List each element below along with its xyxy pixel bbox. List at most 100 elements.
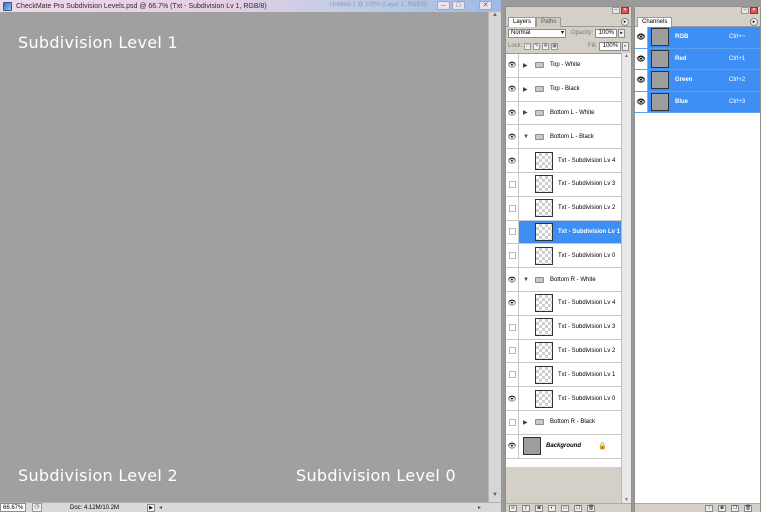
layer-row[interactable]: 👁 Txt - Subdivision Lv 4 bbox=[506, 292, 621, 316]
layers-scrollbar[interactable]: ▲ ▼ bbox=[621, 53, 631, 503]
lock-transparency-icon[interactable]: □ bbox=[524, 42, 532, 50]
eye-icon[interactable]: 👁 bbox=[635, 27, 648, 48]
fill-slider-arrow-icon[interactable]: ▸ bbox=[622, 41, 630, 51]
new-channel-icon[interactable]: ❐ bbox=[731, 504, 739, 512]
lock-position-icon[interactable]: ✥ bbox=[542, 42, 550, 50]
expand-right-icon[interactable]: ▶ bbox=[523, 86, 529, 93]
document-titlebar[interactable]: CheckMate Pro Subdivision Levels.psd @ 6… bbox=[0, 0, 501, 12]
layer-row[interactable]: Txt - Subdivision Lv 2 bbox=[506, 339, 621, 364]
eye-icon[interactable]: 👁 bbox=[635, 70, 648, 91]
layer-thumbnail[interactable] bbox=[535, 199, 553, 218]
minimize-icon[interactable]: – bbox=[437, 1, 450, 10]
visibility-toggle-empty[interactable] bbox=[506, 196, 519, 220]
layer-thumbnail[interactable] bbox=[535, 175, 553, 194]
eye-icon[interactable]: 👁 bbox=[506, 292, 519, 315]
expand-down-icon[interactable]: ▼ bbox=[523, 277, 529, 283]
channels-collapse-icon[interactable]: – bbox=[741, 7, 749, 14]
maximize-icon[interactable]: □ bbox=[452, 1, 465, 10]
layer-mask-icon[interactable]: ◙ bbox=[535, 504, 543, 512]
vertical-scrollbar[interactable]: ▲ ▼ bbox=[488, 12, 501, 502]
eye-icon[interactable]: 👁 bbox=[506, 54, 519, 77]
eye-icon[interactable]: 👁 bbox=[506, 77, 519, 101]
delete-layer-icon[interactable]: 🗑 bbox=[587, 504, 595, 512]
lock-all-icon[interactable]: ▣ bbox=[551, 42, 559, 50]
new-group-icon[interactable]: ▭ bbox=[561, 504, 569, 512]
close-icon[interactable]: ✕ bbox=[479, 1, 492, 10]
new-layer-icon[interactable]: ❐ bbox=[574, 504, 582, 512]
eye-icon[interactable]: 👁 bbox=[635, 48, 648, 69]
visibility-toggle-empty[interactable] bbox=[506, 411, 519, 434]
fill-input[interactable]: 100% bbox=[599, 41, 622, 51]
visibility-toggle-empty[interactable] bbox=[506, 315, 519, 339]
visibility-toggle-empty[interactable] bbox=[506, 173, 519, 196]
status-info-icon[interactable]: ◷ bbox=[32, 503, 42, 512]
scroll-left-icon[interactable]: ◂ bbox=[159, 504, 162, 511]
eye-icon[interactable]: 👁 bbox=[635, 91, 648, 112]
scroll-right-icon[interactable]: ▸ bbox=[478, 504, 481, 511]
load-channel-selection-icon[interactable]: ○ bbox=[705, 504, 713, 512]
scroll-down-icon[interactable]: ▼ bbox=[489, 492, 501, 502]
expand-right-icon[interactable]: ▶ bbox=[523, 419, 529, 426]
channel-row[interactable]: 👁 RGB Ctrl+~ bbox=[635, 27, 760, 49]
channel-row[interactable]: 👁 Green Ctrl+2 bbox=[635, 70, 760, 92]
panel-menu-icon[interactable]: ▸ bbox=[621, 18, 629, 26]
layers-panel-topbar[interactable]: – ✕ bbox=[506, 7, 631, 15]
channel-row[interactable]: 👁 Blue Ctrl+3 bbox=[635, 91, 760, 113]
layer-group-row[interactable]: ▶ Bottom R - Black bbox=[506, 411, 621, 435]
channel-row[interactable]: 👁 Red Ctrl+1 bbox=[635, 48, 760, 70]
layer-group-row[interactable]: 👁 ▶ Top - Black bbox=[506, 77, 621, 102]
adjustment-layer-icon[interactable]: ◐ bbox=[548, 504, 556, 512]
layer-row[interactable]: Txt - Subdivision Lv 2 bbox=[506, 196, 621, 221]
delete-channel-icon[interactable]: 🗑 bbox=[744, 504, 752, 512]
scroll-up-icon[interactable]: ▲ bbox=[489, 12, 501, 22]
layer-row[interactable]: Txt - Subdivision Lv 3 bbox=[506, 315, 621, 340]
expand-right-icon[interactable]: ▶ bbox=[523, 62, 529, 69]
layer-thumbnail[interactable] bbox=[535, 365, 553, 384]
panel-collapse-icon[interactable]: – bbox=[612, 7, 620, 14]
lock-image-icon[interactable]: ✎ bbox=[533, 42, 541, 50]
layer-thumbnail[interactable] bbox=[523, 437, 541, 456]
visibility-toggle-empty[interactable] bbox=[506, 363, 519, 387]
layer-thumbnail[interactable] bbox=[535, 246, 553, 265]
layer-row[interactable]: Txt - Subdivision Lv 3 bbox=[506, 173, 621, 197]
tab-channels[interactable]: Channels bbox=[637, 17, 673, 27]
visibility-toggle-empty[interactable] bbox=[506, 220, 519, 244]
layer-row[interactable]: Txt - Subdivision Lv 1 bbox=[506, 363, 621, 388]
document-canvas[interactable]: Subdivision Level 1 Subdivision Level 2 … bbox=[0, 12, 488, 502]
expand-down-icon[interactable]: ▼ bbox=[523, 134, 529, 140]
layer-group-row[interactable]: 👁 ▶ Bottom L - White bbox=[506, 101, 621, 126]
opacity-slider-arrow-icon[interactable]: ▸ bbox=[618, 28, 626, 38]
layer-group-row[interactable]: 👁 ▼ Bottom L - Black bbox=[506, 125, 621, 150]
status-menu-arrow-icon[interactable]: ▶ bbox=[147, 503, 156, 512]
eye-icon[interactable]: 👁 bbox=[506, 125, 519, 149]
layer-thumbnail[interactable] bbox=[535, 341, 553, 360]
channels-menu-icon[interactable]: ▸ bbox=[750, 18, 758, 26]
layer-group-row[interactable]: 👁 ▼ Bottom R - White bbox=[506, 268, 621, 292]
layer-thumbnail[interactable] bbox=[535, 318, 553, 337]
layer-thumbnail[interactable] bbox=[535, 389, 553, 408]
visibility-toggle-empty[interactable] bbox=[506, 339, 519, 363]
layer-row[interactable]: 👁 Txt - Subdivision Lv 0 bbox=[506, 387, 621, 411]
eye-icon[interactable]: 👁 bbox=[506, 101, 519, 125]
tab-paths[interactable]: Paths bbox=[536, 17, 562, 27]
eye-icon[interactable]: 👁 bbox=[506, 387, 519, 410]
layers-scroll-up-icon[interactable]: ▲ bbox=[622, 53, 631, 59]
layer-row[interactable]: Txt - Subdivision Lv 0 bbox=[506, 244, 621, 269]
layer-row[interactable]: 👁 Txt - Subdivision Lv 4 bbox=[506, 149, 621, 173]
background-layer-row[interactable]: 👁 Background 🔒 bbox=[506, 434, 621, 459]
save-selection-channel-icon[interactable]: ◙ bbox=[718, 504, 726, 512]
eye-icon[interactable]: 👁 bbox=[506, 149, 519, 172]
eye-icon[interactable]: 👁 bbox=[506, 434, 519, 458]
zoom-level-field[interactable]: 66.67% bbox=[0, 503, 26, 512]
layer-style-icon[interactable]: ƒ bbox=[522, 504, 530, 512]
channels-close-icon[interactable]: ✕ bbox=[750, 7, 758, 14]
panel-close-icon[interactable]: ✕ bbox=[621, 7, 629, 14]
visibility-toggle-empty[interactable] bbox=[506, 244, 519, 268]
layer-thumbnail[interactable] bbox=[535, 151, 553, 170]
link-layers-icon[interactable]: ∞ bbox=[509, 504, 517, 512]
layer-group-row[interactable]: 👁 ▶ Top - White bbox=[506, 54, 621, 78]
tab-layers[interactable]: Layers bbox=[508, 17, 537, 27]
eye-icon[interactable]: 👁 bbox=[506, 268, 519, 291]
layer-thumbnail[interactable] bbox=[535, 222, 553, 241]
opacity-input[interactable]: 100% bbox=[595, 28, 618, 38]
